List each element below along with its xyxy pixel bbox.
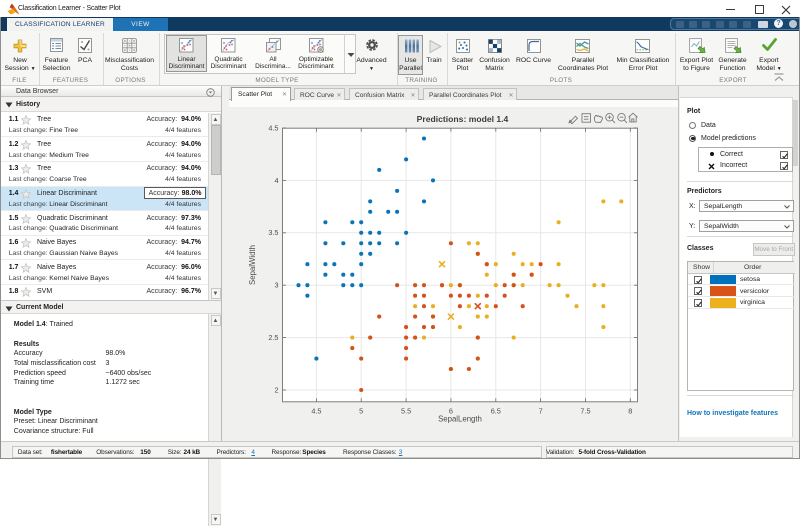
svg-text:7: 7 (539, 407, 543, 416)
svg-text:SepalLength: SepalLength (438, 415, 482, 424)
svg-text:2.5: 2.5 (268, 333, 278, 342)
svg-text:SepalWidth: SepalWidth (248, 245, 257, 285)
svg-text:4: 4 (274, 176, 278, 185)
svg-text:3.5: 3.5 (268, 228, 278, 237)
svg-text:7.5: 7.5 (580, 407, 590, 416)
svg-text:4.5: 4.5 (311, 407, 321, 416)
svg-text:5.5: 5.5 (401, 407, 411, 416)
svg-text:Predictions: model 1.4: Predictions: model 1.4 (417, 114, 509, 124)
svg-text:6.5: 6.5 (491, 407, 501, 416)
svg-text:5: 5 (359, 407, 363, 416)
svg-text:3: 3 (274, 281, 278, 290)
svg-text:8: 8 (628, 407, 632, 416)
svg-text:4.5: 4.5 (268, 123, 278, 132)
svg-text:2: 2 (274, 385, 278, 394)
